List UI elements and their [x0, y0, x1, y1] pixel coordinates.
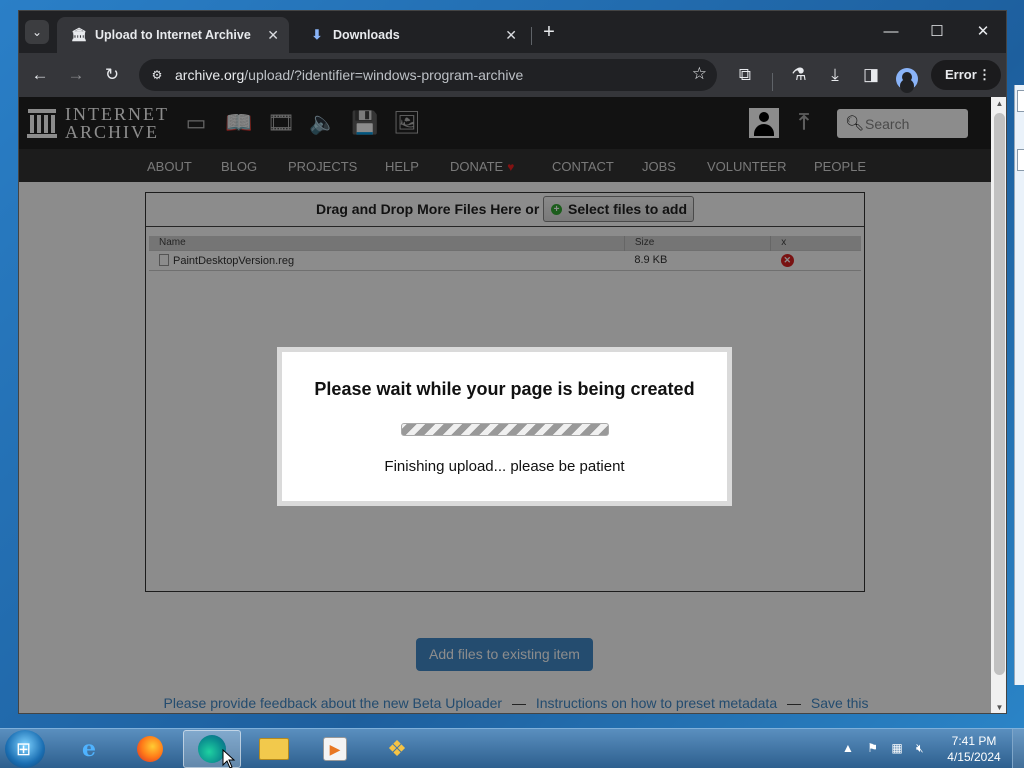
progress-bar: [401, 423, 609, 436]
profile-avatar-icon[interactable]: [896, 68, 918, 90]
close-icon[interactable]: ✕: [267, 27, 279, 44]
tab-separator: [531, 27, 532, 45]
windows-logo-icon: ⊞: [16, 739, 32, 759]
tab-downloads[interactable]: ⬇ Downloads ✕: [295, 17, 527, 53]
volume-muted-icon[interactable]: 🔇︎: [916, 741, 924, 755]
side-panel-icon[interactable]: ◨: [857, 61, 885, 89]
network-icon[interactable]: ▦: [891, 741, 902, 755]
url-text[interactable]: archive.org/upload/?identifier=windows-p…: [175, 67, 523, 83]
system-clock[interactable]: 7:41 PM 4/15/2024: [940, 733, 1008, 765]
firefox-icon[interactable]: [121, 730, 179, 768]
background-window-edge: [1014, 85, 1024, 685]
address-bar[interactable]: ⚙ archive.org/upload/?identifier=windows…: [139, 59, 717, 91]
windows-taskbar: ⊞ e ▶ ❖ ▲ ⚑ ▦ 🔇︎ 7:41 PM 4/15/2024: [0, 728, 1024, 768]
internet-explorer-icon[interactable]: e: [60, 730, 118, 768]
labs-flask-icon[interactable]: ⚗: [785, 61, 813, 89]
start-button[interactable]: ⊞: [5, 730, 45, 768]
bookmark-star-icon[interactable]: ☆: [692, 64, 707, 84]
close-icon[interactable]: ✕: [505, 27, 517, 44]
media-player-icon[interactable]: ▶: [306, 730, 364, 768]
minimize-button[interactable]: —: [869, 19, 913, 45]
site-info-icon[interactable]: ⚙: [147, 65, 167, 85]
forward-button[interactable]: →: [62, 61, 90, 89]
new-tab-button[interactable]: +: [537, 21, 561, 45]
archive-icon: 🏛: [71, 27, 88, 42]
tab-title: Upload to Internet Archive: [95, 28, 251, 42]
show-hidden-icons-icon[interactable]: ▲: [842, 741, 854, 755]
modal-backdrop: Please wait while your page is being cre…: [19, 97, 991, 713]
scroll-thumb[interactable]: [994, 113, 1005, 675]
toolbar-separator: [772, 73, 773, 91]
windows-flag-icon[interactable]: ❖: [368, 730, 426, 768]
action-center-flag-icon[interactable]: ⚑: [867, 741, 878, 755]
back-button[interactable]: ←: [26, 61, 54, 89]
file-explorer-icon[interactable]: [245, 730, 303, 768]
close-window-button[interactable]: ✕: [961, 19, 1005, 45]
clock-time: 7:41 PM: [951, 734, 997, 748]
dialog-title: Please wait while your page is being cre…: [314, 379, 695, 399]
menu-dots-icon: ⋮: [978, 67, 991, 82]
error-menu-button[interactable]: Error ⋮: [931, 60, 1001, 90]
show-desktop-button[interactable]: [1012, 729, 1024, 768]
scroll-down-icon[interactable]: ▼: [991, 701, 1006, 713]
mouse-cursor-icon: [222, 749, 236, 768]
system-tray: ▲ ⚑ ▦ 🔇︎: [842, 741, 924, 756]
progress-dialog: Please wait while your page is being cre…: [277, 347, 732, 506]
download-icon: ⬇: [311, 27, 323, 42]
scroll-up-icon[interactable]: ▲: [991, 97, 1006, 111]
browser-toolbar: ← → ↻ ⚙ archive.org/upload/?identifier=w…: [19, 53, 1006, 97]
browser-window: ⌄ 🏛 Upload to Internet Archive ✕ ⬇ Downl…: [18, 10, 1007, 714]
maximize-button[interactable]: ☐: [915, 19, 959, 45]
clock-date: 4/15/2024: [947, 750, 1001, 764]
tab-strip: ⌄ 🏛 Upload to Internet Archive ✕ ⬇ Downl…: [19, 11, 1006, 53]
dialog-message: Finishing upload... please be patient: [384, 458, 625, 475]
page-viewport: INTERNET ARCHIVE ▭ 📖 🎞 🔈 💾 🖼 ⤒ 🔍︎ ABOUT …: [19, 97, 991, 713]
tab-upload-internet-archive[interactable]: 🏛 Upload to Internet Archive ✕: [57, 17, 289, 53]
extensions-icon[interactable]: ⧉: [731, 61, 759, 89]
reload-button[interactable]: ↻: [98, 61, 126, 89]
downloads-icon[interactable]: ⤓: [821, 61, 849, 89]
page-scrollbar[interactable]: ▲ ▼: [991, 97, 1006, 713]
tab-title: Downloads: [333, 28, 400, 42]
tab-search-button[interactable]: ⌄: [25, 20, 49, 44]
